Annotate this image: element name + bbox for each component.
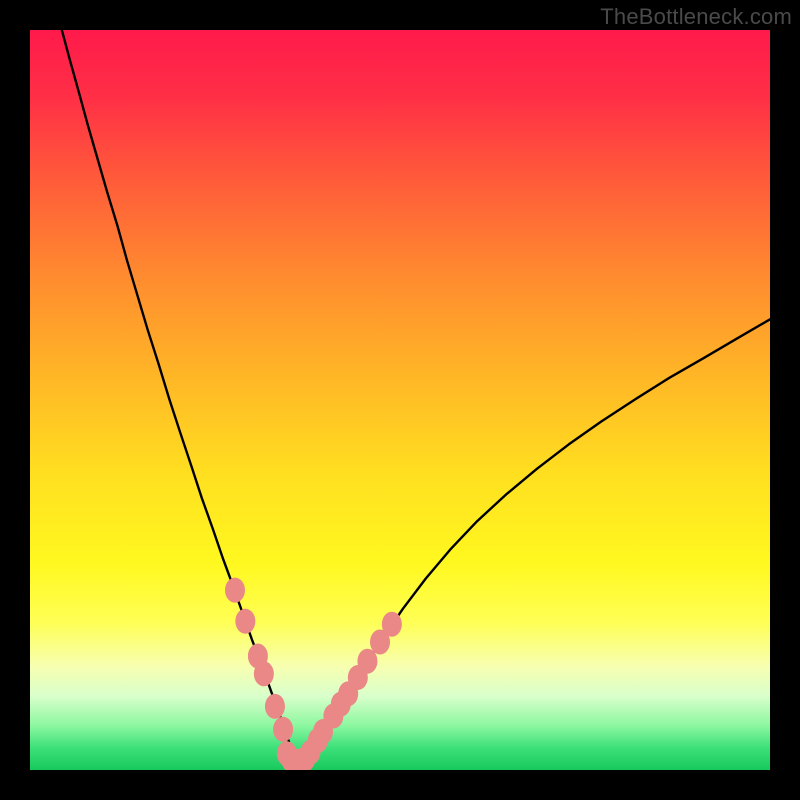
- data-point: [357, 649, 377, 674]
- data-point: [382, 612, 402, 637]
- chart-frame: TheBottleneck.com: [0, 0, 800, 800]
- plot-area: [30, 30, 770, 770]
- data-point: [254, 661, 274, 686]
- chart-svg: [30, 30, 770, 770]
- data-point: [265, 694, 285, 719]
- data-point: [235, 609, 255, 634]
- data-point: [225, 578, 245, 603]
- chart-background: [30, 30, 770, 770]
- watermark-text: TheBottleneck.com: [600, 4, 792, 30]
- data-point: [273, 717, 293, 742]
